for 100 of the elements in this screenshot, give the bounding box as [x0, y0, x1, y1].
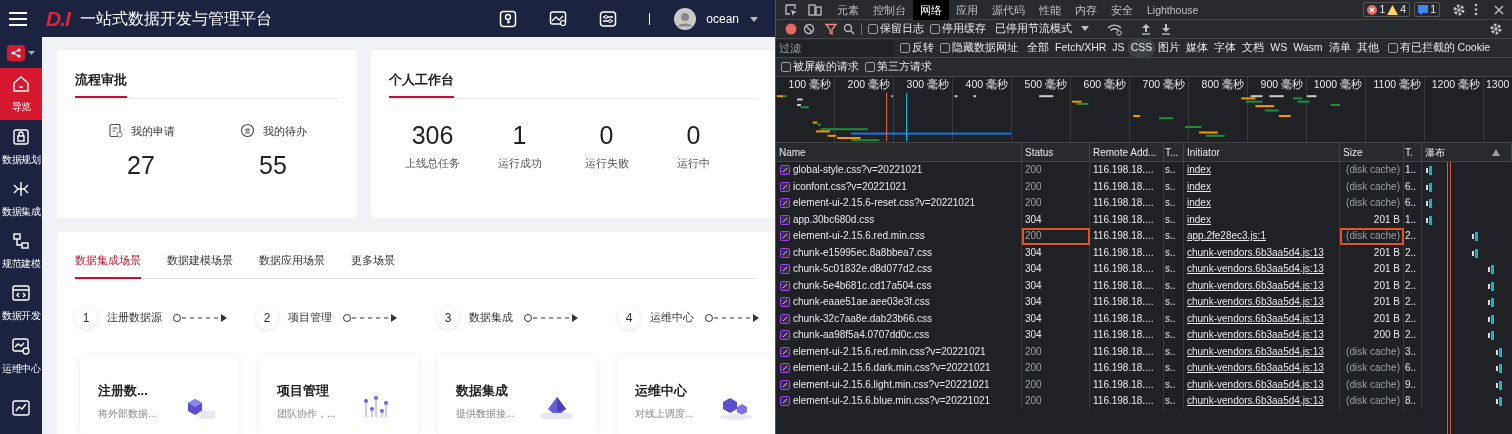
- column-header[interactable]: Initiator: [1187, 143, 1220, 162]
- filter-type-button[interactable]: 其他: [1353, 39, 1382, 57]
- initiator-link[interactable]: chunk-vendors.6b3aa5d4.js:13: [1187, 312, 1324, 324]
- initiator-link[interactable]: chunk-vendors.6b3aa5d4.js:13: [1187, 246, 1324, 258]
- checkbox[interactable]: [940, 43, 950, 53]
- column-header[interactable]: 瀑布: [1425, 143, 1445, 162]
- initiator-link[interactable]: chunk-vendors.6b3aa5d4.js:13: [1187, 395, 1324, 406]
- issue-counter[interactable]: 1 4: [1363, 2, 1411, 17]
- request-name[interactable]: element-ui-2.15.6.red.min.css: [793, 228, 925, 245]
- initiator-link[interactable]: chunk-vendors.6b3aa5d4.js:13: [1187, 362, 1324, 373]
- initiator-link[interactable]: chunk-vendors.6b3aa5d4.js:13: [1187, 329, 1324, 340]
- filter-type-button[interactable]: 图片: [1155, 39, 1184, 57]
- request-name[interactable]: element-ui-2.15.6.light.min.css?v=20221021: [793, 376, 990, 393]
- scenario-card[interactable]: 数据集成 提供数据接...: [438, 354, 597, 434]
- request-name[interactable]: element-ui-2.15.6.blue.min.css?v=20221021: [793, 393, 991, 410]
- initiator-link[interactable]: chunk-vendors.6b3aa5d4.js:13: [1187, 263, 1324, 274]
- devtools-tab[interactable]: Lighthouse: [1140, 0, 1206, 20]
- filter-type-button[interactable]: 文档: [1239, 39, 1268, 57]
- request-name[interactable]: chunk-32c7aa8e.dab23b66.css: [793, 310, 932, 327]
- checkbox-label[interactable]: 反转: [912, 40, 934, 56]
- sliders-icon[interactable]: [599, 9, 618, 28]
- filter-icon[interactable]: [825, 23, 837, 35]
- sidebar-item[interactable]: 数据规划: [0, 120, 42, 173]
- settings-icon[interactable]: [1489, 22, 1503, 36]
- scenario-card[interactable]: 项目管理 团队协作，...: [259, 354, 418, 434]
- request-name[interactable]: element-ui-2.15.6-reset.css?v=20221021: [793, 195, 976, 212]
- filter-type-button[interactable]: JS: [1109, 39, 1128, 57]
- initiator-link[interactable]: index: [1187, 213, 1211, 225]
- sidebar-item[interactable]: 规范建模: [0, 224, 42, 278]
- devtools-tab[interactable]: 源代码: [985, 0, 1032, 20]
- request-name[interactable]: app.30bc680d.css: [793, 211, 875, 228]
- checkbox[interactable]: [781, 62, 791, 72]
- filter-field[interactable]: 过滤: [776, 39, 894, 57]
- checkbox-label[interactable]: 有已拦截的 Cookie: [1399, 40, 1491, 56]
- sidebar-item[interactable]: 运维中心: [0, 329, 42, 382]
- initiator-link[interactable]: index: [1187, 180, 1211, 192]
- filter-type-button[interactable]: WS: [1267, 39, 1291, 57]
- initiator-link[interactable]: chunk-vendors.6b3aa5d4.js:13: [1187, 296, 1324, 307]
- devtools-tab[interactable]: 网络: [913, 0, 949, 20]
- devtools-tab[interactable]: 控制台: [866, 0, 913, 20]
- column-header[interactable]: T...: [1165, 143, 1179, 162]
- scenario-tab[interactable]: 更多场景: [351, 252, 395, 279]
- menu-icon[interactable]: [8, 10, 28, 27]
- clear-icon[interactable]: [803, 23, 815, 35]
- checkbox[interactable]: [900, 43, 910, 53]
- scenario-tab[interactable]: 数据集成场景: [75, 252, 141, 279]
- scenario-card[interactable]: 注册数... 将外部数据...: [80, 354, 239, 434]
- initiator-link[interactable]: index: [1187, 197, 1211, 208]
- device-icon[interactable]: [808, 2, 822, 17]
- filter-type-button[interactable]: 全部: [1024, 39, 1052, 57]
- devtools-tab[interactable]: 元素: [830, 0, 866, 20]
- record-button[interactable]: [785, 23, 797, 35]
- filter-type-button[interactable]: CSS: [1127, 39, 1156, 57]
- scenario-tab[interactable]: 数据建模场景: [167, 252, 233, 279]
- checkbox[interactable]: [1387, 43, 1398, 53]
- initiator-link[interactable]: chunk-vendors.6b3aa5d4.js:13: [1187, 345, 1324, 357]
- column-header[interactable]: T.: [1405, 143, 1413, 162]
- checkbox-label[interactable]: 隐藏数据网址: [952, 40, 1018, 56]
- checkbox-label[interactable]: 停用缓存: [942, 21, 986, 37]
- request-name[interactable]: element-ui-2.15.6.dark.min.css?v=20221021: [793, 360, 991, 377]
- initiator-link[interactable]: index: [1187, 164, 1211, 175]
- key-icon[interactable]: [499, 9, 518, 28]
- devtools-tab[interactable]: 性能: [1032, 0, 1068, 20]
- request-name[interactable]: element-ui-2.15.6.red.min.css?v=20221021: [793, 343, 986, 360]
- request-name[interactable]: iconfont.css?v=20221021: [793, 178, 907, 195]
- network-conditions-icon[interactable]: [1107, 22, 1123, 36]
- checkbox[interactable]: [865, 62, 875, 72]
- throttle-dropdown[interactable]: 已停用节流模式: [992, 20, 1075, 38]
- settings-icon[interactable]: [1452, 2, 1466, 17]
- initiator-link[interactable]: chunk-vendors.6b3aa5d4.js:13: [1187, 378, 1324, 390]
- download-icon[interactable]: [1161, 23, 1171, 35]
- sidebar-item[interactable]: 数据集成: [0, 172, 42, 225]
- filter-type-button[interactable]: Fetch/XHR: [1052, 39, 1110, 57]
- request-name[interactable]: chunk-aa98f5a4.0707dd0c.css: [793, 327, 930, 344]
- request-name[interactable]: chunk-e15995ec.8a8bbea7.css: [793, 244, 932, 261]
- request-name[interactable]: chunk-5c01832e.d8d077d2.css: [793, 261, 932, 278]
- close-icon[interactable]: [1494, 4, 1504, 15]
- request-name[interactable]: chunk-eaae51ae.aee03e3f.css: [793, 294, 930, 311]
- scenario-card[interactable]: 运维中心 对线上调度...: [617, 354, 775, 434]
- column-header[interactable]: Remote Add...: [1093, 143, 1157, 162]
- initiator-link[interactable]: app.2fe28ec3.js:1: [1187, 230, 1266, 241]
- checkbox[interactable]: [930, 24, 940, 34]
- checkbox-label[interactable]: 被屏蔽的请求: [793, 59, 859, 75]
- checkbox-label[interactable]: 第三方请求: [877, 59, 932, 75]
- request-name[interactable]: global-style.css?v=20221021: [793, 162, 923, 179]
- checkbox-label[interactable]: 保留日志: [880, 21, 924, 37]
- filter-type-button[interactable]: 字体: [1211, 39, 1240, 57]
- filter-type-button[interactable]: 媒体: [1183, 39, 1212, 57]
- user-name[interactable]: ocean: [706, 9, 739, 28]
- checkbox[interactable]: [868, 24, 878, 34]
- message-counter[interactable]: 1: [1414, 2, 1440, 17]
- more-icon[interactable]: [1474, 3, 1478, 16]
- column-header[interactable]: Size: [1343, 143, 1363, 162]
- scenario-tab[interactable]: 数据应用场景: [259, 252, 325, 279]
- monitor-icon[interactable]: [549, 9, 568, 28]
- devtools-tab[interactable]: 安全: [1104, 0, 1140, 20]
- sidebar-item[interactable]: 数据开发: [0, 277, 42, 330]
- filter-type-button[interactable]: 清单: [1325, 39, 1354, 57]
- initiator-link[interactable]: chunk-vendors.6b3aa5d4.js:13: [1187, 279, 1324, 291]
- devtools-tab[interactable]: 应用: [949, 0, 985, 20]
